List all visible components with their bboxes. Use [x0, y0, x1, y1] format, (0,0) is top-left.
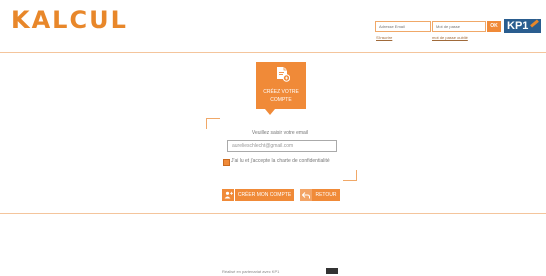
- document-plus-icon: [277, 67, 290, 82]
- add-user-icon: [222, 189, 235, 201]
- kp1-badge-label: KP1: [507, 20, 529, 32]
- signup-email-field[interactable]: [227, 140, 337, 152]
- back-label: RETOUR: [312, 189, 340, 201]
- register-link[interactable]: S'inscrire: [376, 35, 392, 40]
- consent-checkbox[interactable]: [223, 159, 230, 166]
- partner-logo[interactable]: [326, 268, 338, 274]
- back-button[interactable]: RETOUR: [300, 189, 340, 201]
- create-account-button[interactable]: CRÉER MON COMPTE: [222, 189, 294, 201]
- create-account-label: CRÉER MON COMPTE: [235, 189, 294, 201]
- corner-bracket-top-left: [206, 118, 220, 129]
- email-prompt: Veuillez saisir votre email: [251, 130, 309, 136]
- kalcul-logo[interactable]: KALCUL: [11, 6, 128, 34]
- section-divider: [0, 213, 546, 214]
- forgot-password-link[interactable]: mot de passe oublié: [432, 35, 468, 40]
- login-password-input[interactable]: [432, 21, 486, 32]
- tile-pointer: [265, 109, 275, 115]
- footer-credit: Réalisé en partenariat avec KP1: [222, 269, 280, 274]
- login-email-input[interactable]: [375, 21, 431, 32]
- kp1-badge[interactable]: KP1: [504, 19, 541, 33]
- pen-icon: [530, 19, 539, 28]
- create-account-title: CRÉEZ VOTRE COMPTE: [263, 89, 299, 103]
- corner-bracket-bottom-right: [343, 170, 357, 181]
- header: KALCUL OK KP1 S'inscrire mot de passe ou…: [0, 0, 546, 46]
- consent-label[interactable]: J'ai lu et j'accepte la charte de confid…: [231, 158, 330, 164]
- login-ok-button[interactable]: OK: [487, 21, 501, 32]
- back-arrow-icon: [300, 189, 312, 201]
